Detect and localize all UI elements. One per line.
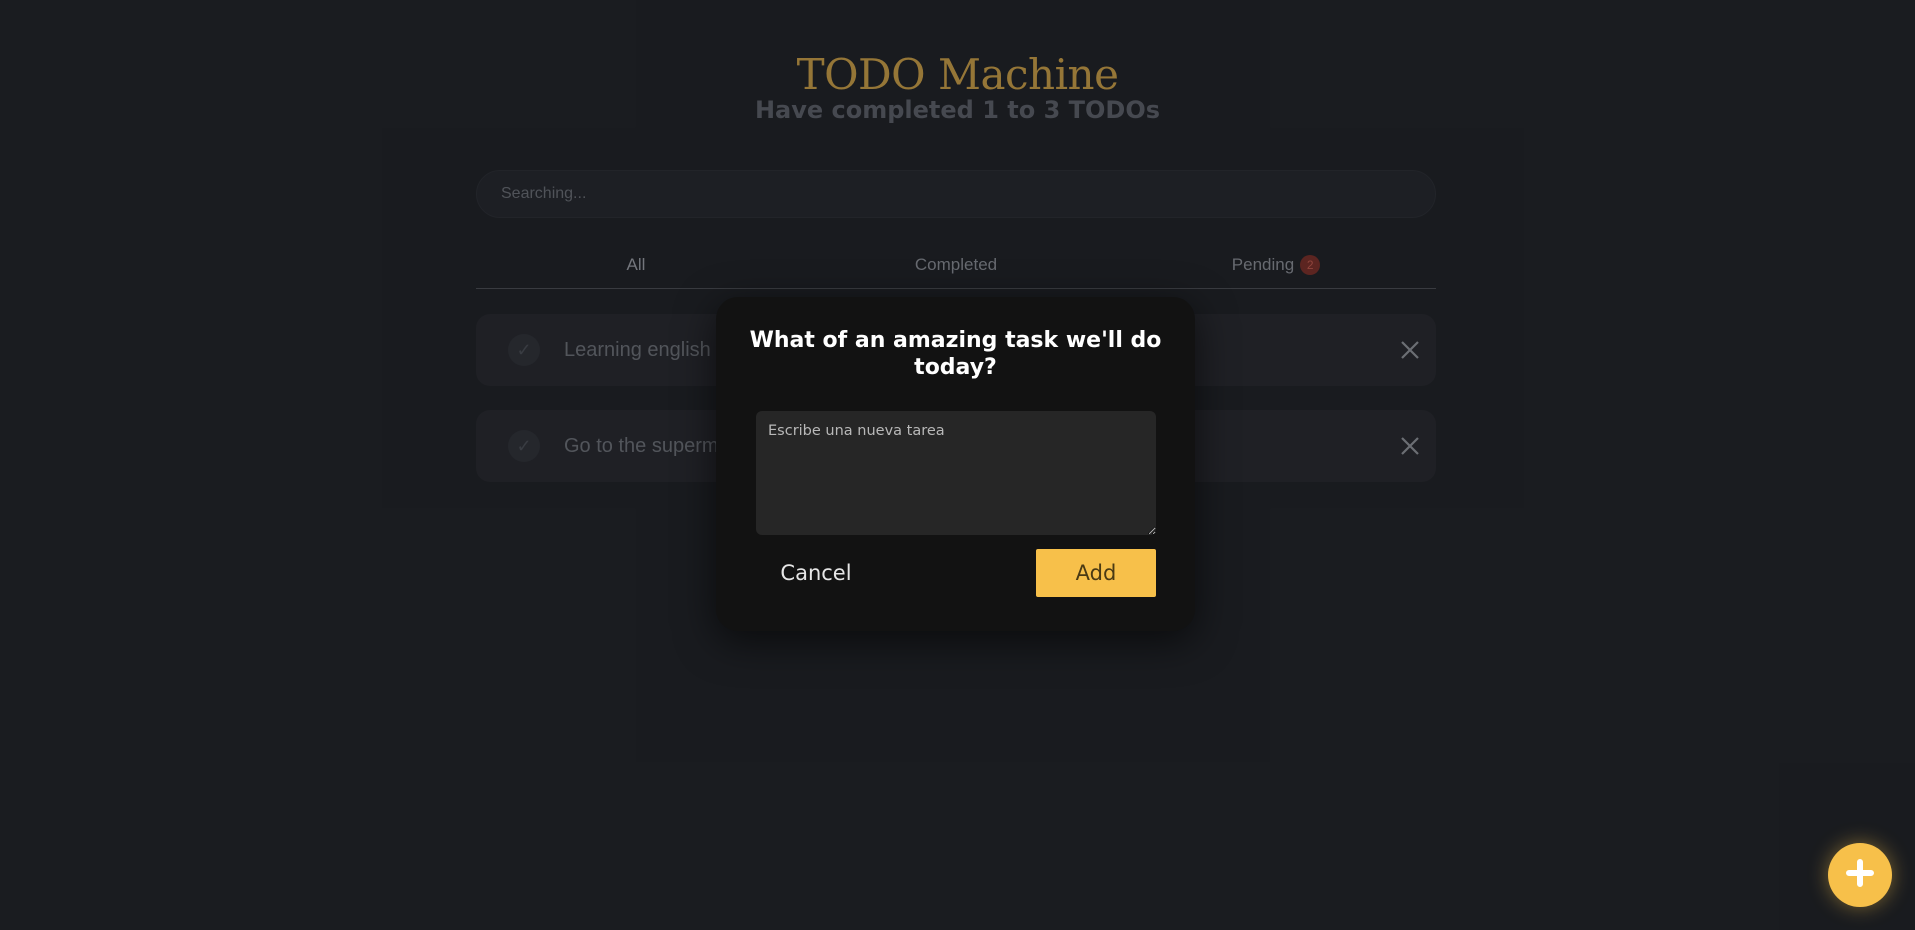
add-button[interactable]: Add (1036, 549, 1156, 597)
cancel-button[interactable]: Cancel (756, 549, 876, 597)
todo-app: TODO Machine Have completed 1 to 3 TODOs… (0, 0, 1915, 930)
modal-title: What of an amazing task we'll do today? (749, 328, 1162, 380)
create-todo-button[interactable] (1828, 843, 1892, 907)
new-todo-textarea[interactable] (756, 411, 1156, 535)
plus-icon (1845, 858, 1875, 893)
new-todo-modal: What of an amazing task we'll do today? … (716, 297, 1195, 631)
